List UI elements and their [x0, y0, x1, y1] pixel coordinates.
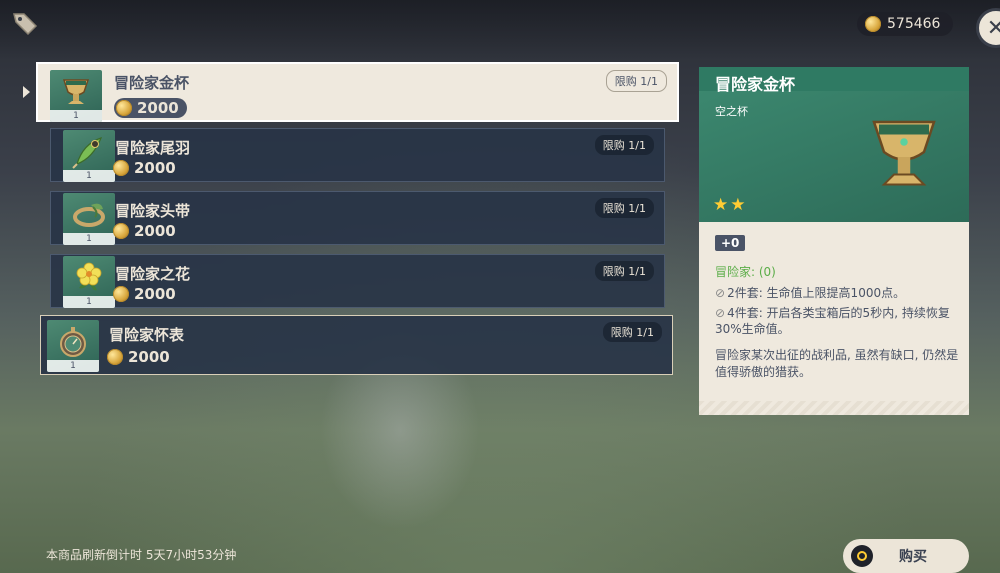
mora-coin-icon	[865, 16, 881, 32]
close-icon: ✕	[986, 15, 1000, 41]
item-name: 冒险家金杯	[114, 74, 190, 92]
shop-item-pocket-watch[interactable]: 1 冒险家怀表 2000 限购 1/1	[40, 315, 673, 375]
purchase-limit-badge: 限购 1/1	[594, 261, 654, 281]
mora-balance: 575466	[857, 12, 953, 36]
mora-coin-icon	[107, 349, 123, 365]
refresh-timer: 本商品刷新倒计时 5天7小时53分钟	[46, 548, 237, 562]
item-price: 2000	[113, 285, 176, 303]
item-thumbnail: 1	[63, 256, 115, 308]
set-bonus-2-text: 2件套: 生命值上限提高1000点。	[727, 286, 906, 300]
mora-amount: 575466	[887, 16, 941, 32]
top-shade	[0, 0, 1000, 60]
item-price-value: 2000	[128, 348, 170, 366]
detail-title: 冒险家金杯	[715, 75, 796, 94]
level-badge: +0	[715, 235, 746, 251]
buy-button[interactable]: 购买	[843, 539, 969, 573]
detail-footer-pattern	[699, 401, 969, 415]
mora-coin-icon	[113, 223, 129, 239]
item-thumbnail: 1	[50, 70, 102, 122]
item-price-value: 2000	[134, 285, 176, 303]
item-thumbnail: 1	[47, 320, 99, 372]
inactive-bonus-icon: ⊘	[715, 306, 726, 320]
item-price-value: 2000	[134, 159, 176, 177]
item-price: 2000	[113, 222, 176, 240]
item-count: 1	[63, 170, 115, 182]
set-bonus-4: ⊘ 4件套: 开启各类宝箱后的5秒内, 持续恢复30%生命值。	[715, 305, 959, 337]
item-name: 冒险家怀表	[109, 326, 185, 344]
goblet-icon	[62, 79, 90, 104]
item-price: 2000	[114, 98, 187, 118]
pocket-watch-icon	[60, 327, 86, 357]
detail-type: 空之杯	[715, 105, 748, 118]
flower-icon	[76, 262, 102, 291]
item-name: 冒险家之花	[115, 265, 191, 283]
goblet-icon	[872, 120, 936, 186]
confirm-icon	[851, 545, 873, 567]
shop-tag-icon	[10, 8, 40, 38]
circlet-icon	[73, 203, 105, 227]
shop-item-goblet[interactable]: 1 冒险家金杯 2000 限购 1/1	[36, 62, 679, 122]
selection-arrow-icon	[23, 86, 30, 98]
purchase-limit-badge: 限购 1/1	[605, 70, 667, 92]
item-detail-panel: 冒险家金杯 空之杯 ★★ +0 冒险家: (0) ⊘ 2件套: 生命值上限提高10…	[699, 67, 969, 415]
mora-coin-icon	[113, 160, 129, 176]
rarity-stars: ★★	[713, 195, 748, 215]
item-count: 1	[50, 110, 102, 122]
set-bonus-2: ⊘ 2件套: 生命值上限提高1000点。	[715, 285, 959, 301]
buy-label: 购买	[899, 549, 927, 565]
item-price: 2000	[107, 348, 170, 366]
item-count: 1	[63, 233, 115, 245]
set-name: 冒险家: (0)	[715, 265, 776, 279]
item-name: 冒险家头带	[115, 202, 191, 220]
flavor-text: 冒险家某次出征的战利品, 虽然有缺口, 仍然是值得骄傲的猎获。	[715, 348, 959, 379]
purchase-limit-badge: 限购 1/1	[594, 198, 654, 218]
item-count: 1	[63, 296, 115, 308]
inactive-bonus-icon: ⊘	[715, 286, 726, 300]
item-count: 1	[47, 360, 99, 372]
shop-item-flower[interactable]: 1 冒险家之花 2000 限购 1/1	[50, 254, 665, 308]
item-price: 2000	[113, 159, 176, 177]
purchase-limit-badge: 限购 1/1	[594, 135, 654, 155]
purchase-limit-badge: 限购 1/1	[602, 322, 662, 342]
mora-coin-icon	[116, 100, 132, 116]
item-price-value: 2000	[137, 99, 179, 117]
feather-icon	[72, 137, 103, 169]
detail-header: 冒险家金杯 空之杯 ★★	[699, 67, 969, 222]
set-bonus-4-text: 4件套: 开启各类宝箱后的5秒内, 持续恢复30%生命值。	[715, 306, 950, 336]
shop-item-feather[interactable]: 1 冒险家尾羽 2000 限购 1/1	[50, 128, 665, 182]
item-thumbnail: 1	[63, 130, 115, 182]
item-name: 冒险家尾羽	[115, 139, 191, 157]
mora-coin-icon	[113, 286, 129, 302]
item-price-value: 2000	[134, 222, 176, 240]
item-thumbnail: 1	[63, 193, 115, 245]
shop-item-circlet[interactable]: 1 冒险家头带 2000 限购 1/1	[50, 191, 665, 245]
